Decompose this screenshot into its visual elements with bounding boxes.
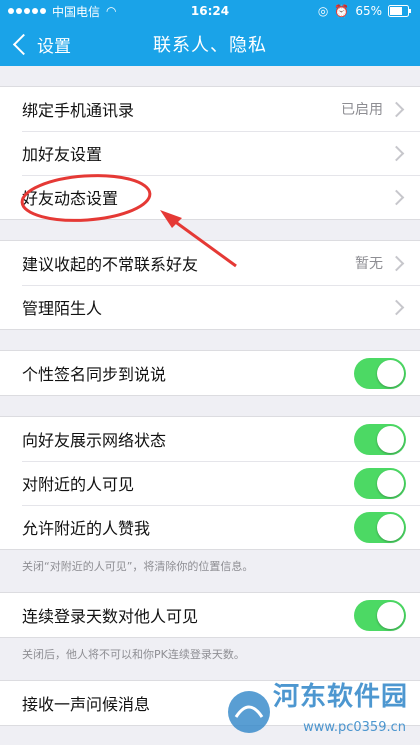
signal-icon xyxy=(8,8,46,14)
friend-feed-settings-row[interactable]: 好友动态设置 xyxy=(0,175,420,219)
chevron-right-icon xyxy=(388,101,405,117)
nearby-note: 关闭“对附近的人可见”，将清除你的位置信息。 xyxy=(22,560,254,573)
row-value: 暂无 xyxy=(355,256,383,272)
row-value: 已启用 xyxy=(341,102,383,118)
network-status-toggle[interactable] xyxy=(354,423,406,455)
contacts-group: 绑定手机通讯录 已启用 加好友设置 好友动态设置 xyxy=(0,86,420,220)
add-friend-settings-row[interactable]: 加好友设置 xyxy=(0,131,420,175)
signature-sync-toggle[interactable] xyxy=(354,357,406,389)
toggle-knob xyxy=(377,469,404,497)
nearby-like-toggle[interactable] xyxy=(354,511,406,543)
toggle-knob xyxy=(377,513,404,541)
bind-contacts-row[interactable]: 绑定手机通讯录 已启用 xyxy=(0,87,420,131)
row-label: 建议收起的不常联系好友 xyxy=(22,255,199,274)
toggle-knob xyxy=(377,359,404,387)
toggle-knob xyxy=(377,601,404,629)
login-days-row: 连续登录天数对他人可见 xyxy=(0,593,420,637)
chevron-right-icon xyxy=(388,145,405,161)
row-label: 允许附近的人赞我 xyxy=(22,519,151,538)
login-days-group: 连续登录天数对他人可见 xyxy=(0,592,420,638)
navigation-bar: 设置 联系人、隐私 xyxy=(0,22,420,66)
chevron-right-icon xyxy=(388,255,405,271)
greeting-row: 接收一声问候消息 xyxy=(0,681,420,725)
nearby-like-row: 允许附近的人赞我 xyxy=(0,505,420,549)
row-label: 绑定手机通讯录 xyxy=(22,101,135,120)
row-label: 个性签名同步到说说 xyxy=(22,365,167,384)
chevron-right-icon xyxy=(388,299,405,315)
row-label: 管理陌生人 xyxy=(22,299,103,318)
toggle-knob xyxy=(377,425,404,453)
nearby-visible-row: 对附近的人可见 xyxy=(0,461,420,505)
carrier: 中国电信 xyxy=(52,4,101,19)
alarm-icon: ⏰ xyxy=(334,4,350,18)
chevron-left-icon xyxy=(12,33,35,55)
status-bar: 中国电信 ◠ 16:24 ◎ ⏰ 65% xyxy=(0,0,420,22)
row-label: 接收一声问候消息 xyxy=(22,695,151,714)
lock-rotation-icon: ◎ xyxy=(317,4,329,18)
row-label: 连续登录天数对他人可见 xyxy=(22,607,199,626)
signature-sync-row: 个性签名同步到说说 xyxy=(0,351,420,395)
login-days-note: 关闭后，他人将不可以和你PK连续登录天数。 xyxy=(22,648,245,661)
row-label: 好友动态设置 xyxy=(22,189,119,208)
back-label: 设置 xyxy=(37,36,71,57)
inactive-friends-row[interactable]: 建议收起的不常联系好友 暂无 xyxy=(0,241,420,285)
manage-strangers-row[interactable]: 管理陌生人 xyxy=(0,285,420,329)
visibility-group: 向好友展示网络状态 对附近的人可见 允许附近的人赞我 xyxy=(0,416,420,550)
back-button[interactable]: 设置 xyxy=(6,22,71,66)
nearby-visible-toggle[interactable] xyxy=(354,467,406,499)
row-label: 加好友设置 xyxy=(22,145,103,164)
greeting-group: 接收一声问候消息 xyxy=(0,680,420,726)
wifi-icon: ◠ xyxy=(106,4,117,18)
row-label: 对附近的人可见 xyxy=(22,475,135,494)
battery-percent: 65% xyxy=(355,4,382,18)
network-status-row: 向好友展示网络状态 xyxy=(0,417,420,461)
login-days-toggle[interactable] xyxy=(354,599,406,631)
signature-group: 个性签名同步到说说 xyxy=(0,350,420,396)
row-label: 向好友展示网络状态 xyxy=(22,431,167,450)
friends-group: 建议收起的不常联系好友 暂无 管理陌生人 xyxy=(0,240,420,330)
chevron-right-icon xyxy=(388,189,405,205)
battery-icon xyxy=(388,5,411,17)
